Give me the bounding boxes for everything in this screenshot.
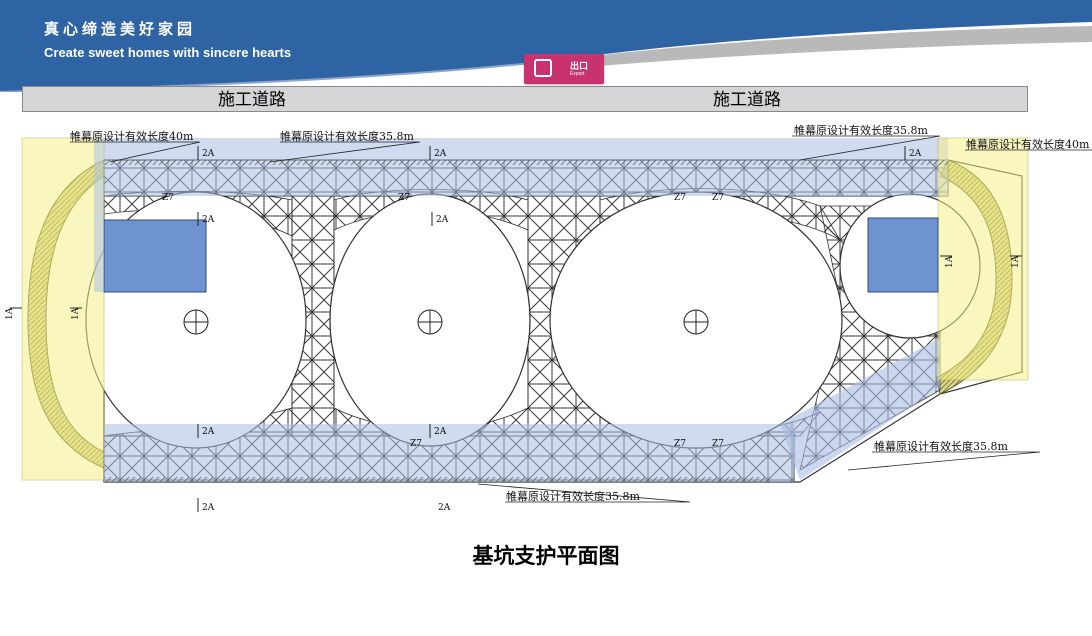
drawing-caption: 基坑支护平面图	[472, 544, 620, 568]
top-highlight-band	[104, 138, 948, 196]
road-label-left: 施工道路	[218, 90, 286, 110]
note-top-left-40: 帷幕原设计有效长度40m	[70, 129, 194, 143]
note-right-lower-358: 帷幕原设计有效长度35.8m	[874, 439, 1008, 453]
left-blue-block	[103, 219, 207, 293]
mark-2a: 2A	[434, 427, 447, 437]
slogan-english: Create sweet homes with sincere hearts	[44, 45, 292, 60]
left-yellow-highlight	[21, 137, 105, 481]
right-blue-block	[867, 217, 939, 293]
exit-icon	[534, 59, 552, 77]
mark-2a: 2A	[434, 149, 447, 159]
construction-road-bar: 施工道路 施工道路	[22, 86, 1028, 112]
mark-2a: 2A	[202, 149, 215, 159]
road-label-right: 施工道路	[713, 90, 781, 110]
mark-1a: 1A	[71, 307, 81, 320]
note-right-40: 帷幕原设计有效长度40m	[966, 137, 1090, 151]
slogan-chinese: 真心缔造美好家园	[44, 20, 197, 38]
mark-1a: 1A	[5, 307, 15, 320]
mark-2a: 2A	[202, 215, 215, 225]
export-button[interactable]: 出口 Export	[524, 54, 604, 84]
mark-2a: 2A	[202, 503, 215, 513]
foundation-pit-plan: 帷幕原设计有效长度40m 帷幕原设计有效长度35.8m 帷幕原设计有效长度35.…	[5, 123, 1092, 513]
mark-2a: 2A	[202, 427, 215, 437]
mark-1a: 1A	[1011, 255, 1021, 268]
mark-z7: Z7	[712, 439, 724, 449]
mark-2a: 2A	[909, 149, 922, 159]
mark-2a: 2A	[436, 215, 449, 225]
mark-z7: Z7	[674, 439, 686, 449]
export-button-sublabel: Export	[570, 71, 585, 77]
mark-z7: Z7	[674, 193, 686, 203]
note-top-mid-358: 帷幕原设计有效长度35.8m	[280, 129, 414, 143]
mark-2a: 2A	[438, 503, 451, 513]
mark-1a: 1A	[945, 255, 955, 268]
note-top-right-358: 帷幕原设计有效长度35.8m	[794, 123, 928, 137]
mark-z7: Z7	[162, 193, 174, 203]
note-bottom-358: 帷幕原设计有效长度35.8m	[506, 489, 640, 503]
mark-z7: Z7	[398, 193, 410, 203]
mark-z7: Z7	[712, 193, 724, 203]
mark-z7: Z7	[410, 439, 422, 449]
